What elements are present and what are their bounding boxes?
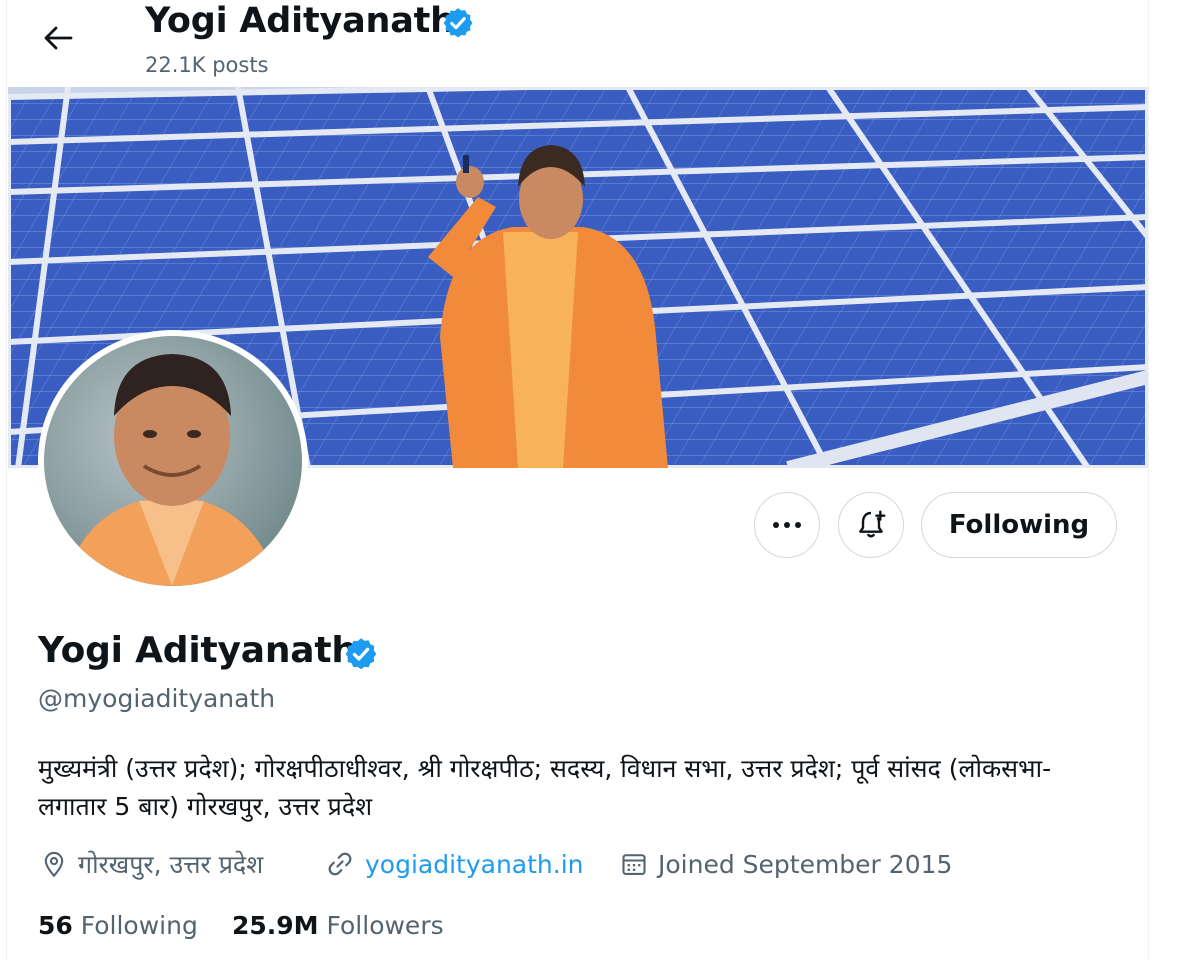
calendar-icon [622,854,646,875]
profile-handle: @myogiadityanath [38,684,276,713]
notifications-button[interactable] [838,492,904,558]
followers-label: Followers [326,911,444,940]
link-icon [328,852,352,876]
more-button[interactable] [754,492,820,558]
profile-name: Yogi Adityanath [38,630,357,671]
profile-photo [44,336,302,586]
followers-count: 25.9M [232,911,319,940]
following-count: 56 [38,911,73,940]
more-dots-icon [773,522,801,528]
website-item[interactable]: yogiadityanath.in [325,846,584,882]
right-border [1148,0,1149,960]
following-button[interactable]: Following [921,492,1117,558]
following-stat[interactable]: 56 Following [38,908,198,944]
joined-text: Joined September 2015 [658,849,953,879]
website-link[interactable]: yogiadityanath.in [365,850,584,879]
header-title: Yogi Adityanath [145,1,455,41]
arrow-left-icon [44,26,73,50]
joined-item: Joined September 2015 [620,846,952,882]
bell-plus-icon [859,510,886,538]
verified-badge-icon [345,638,377,670]
back-button[interactable] [30,16,86,60]
verified-badge-icon [443,8,473,38]
followers-stat[interactable]: 25.9M Followers [232,908,444,944]
location-item: गोरखपुर, उत्तर प्रदेश [40,846,263,882]
post-count: 22.1K posts [145,53,269,77]
following-label: Following [80,911,198,940]
profile-bio: मुख्यमंत्री (उत्तर प्रदेश); गोरक्षपीठाधी… [38,754,1052,821]
left-border [6,0,7,960]
avatar[interactable] [38,330,308,592]
location-text: गोरखपुर, उत्तर प्रदेश [78,850,264,879]
location-pin-icon [44,851,64,878]
